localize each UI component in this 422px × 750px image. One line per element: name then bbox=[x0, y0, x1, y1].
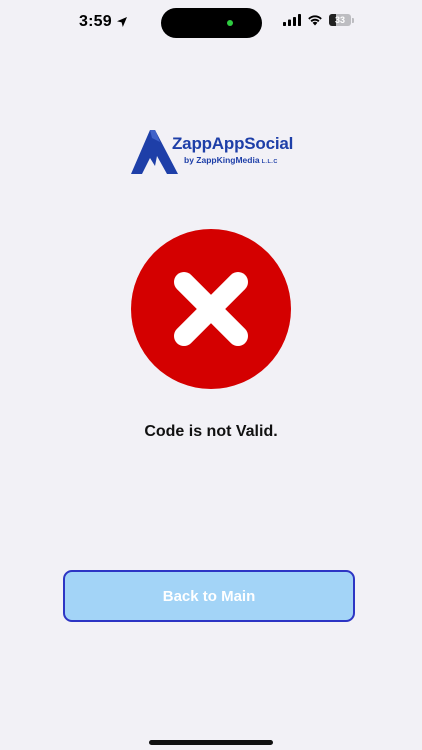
dynamic-island bbox=[161, 8, 262, 38]
location-arrow-icon bbox=[116, 17, 127, 27]
error-x-icon bbox=[174, 272, 248, 346]
status-indicators: 33 bbox=[283, 14, 354, 26]
battery-cap bbox=[352, 17, 354, 23]
back-to-main-button[interactable]: Back to Main bbox=[63, 570, 355, 622]
logo-subtitle-text: by ZappKingMedia bbox=[184, 155, 260, 165]
error-message: Code is not Valid. bbox=[144, 423, 278, 440]
wifi-icon bbox=[308, 15, 322, 26]
logo-mountain-icon bbox=[131, 130, 178, 174]
status-bar: 3:59 33 bbox=[0, 0, 422, 46]
logo-llc: L.L.C bbox=[261, 159, 278, 165]
home-indicator[interactable] bbox=[149, 740, 273, 745]
logo-subtitle: by ZappKingMedia L.L.C bbox=[184, 155, 278, 165]
time-group: 3:59 bbox=[79, 13, 128, 31]
camera-indicator-dot bbox=[227, 20, 233, 26]
battery-group: 33 bbox=[329, 14, 354, 26]
app-logo: ZappAppSocial by ZappKingMedia L.L.C bbox=[130, 128, 300, 176]
cellular-signal-icon bbox=[283, 14, 301, 26]
battery-icon: 33 bbox=[329, 14, 351, 26]
battery-percent: 33 bbox=[334, 15, 345, 25]
logo-title: ZappAppSocial bbox=[172, 134, 294, 153]
status-time: 3:59 bbox=[79, 13, 112, 30]
error-badge bbox=[131, 229, 291, 389]
